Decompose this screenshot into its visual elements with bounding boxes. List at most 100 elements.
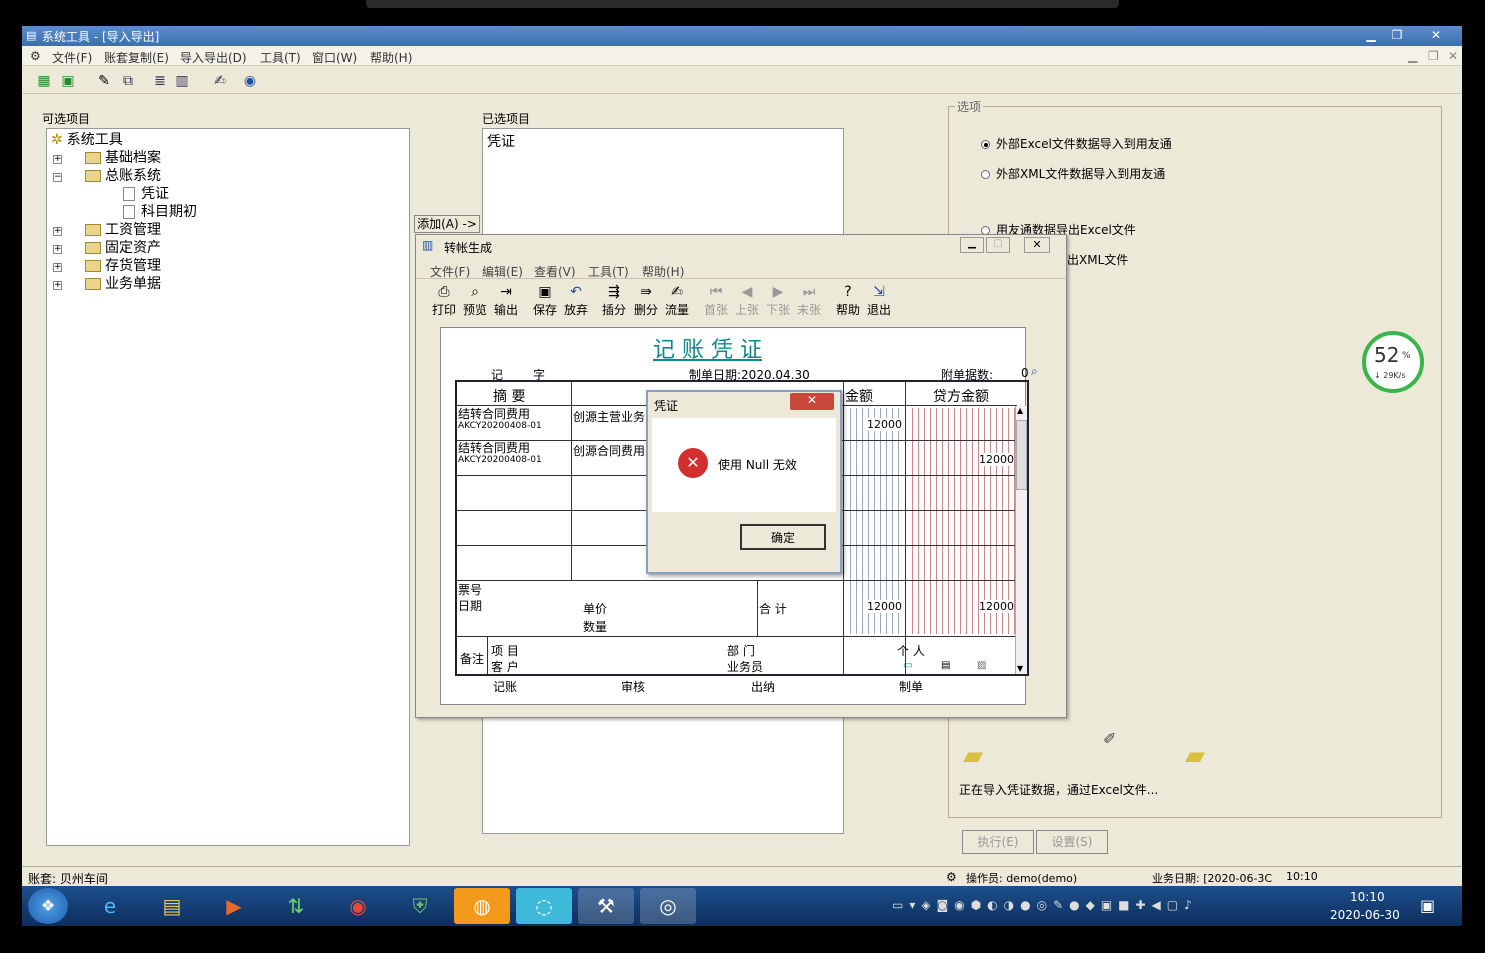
radio-xml-export[interactable]: 出XML文件 <box>1067 251 1128 268</box>
ie-icon[interactable]: e <box>82 888 138 924</box>
radio-xml-import[interactable]: 外部XML文件数据导入到用友通 <box>981 165 1165 182</box>
tree-item-fixed-assets[interactable]: 固定资产 <box>85 237 161 257</box>
ok-button[interactable]: 确定 <box>740 524 826 550</box>
row-debit[interactable]: 12000 <box>867 418 902 431</box>
ticket-date-label: 日期 <box>458 599 483 613</box>
scroll-thumb[interactable] <box>1016 420 1027 490</box>
ufida-app-icon[interactable]: ◎ <box>640 888 696 924</box>
transfer-minimize-icon[interactable]: ▁ <box>960 237 984 253</box>
person-label: 个 人 <box>897 644 925 658</box>
help-button[interactable]: ? 帮助 <box>832 283 864 323</box>
menu-file[interactable]: 文件(F) <box>52 49 92 66</box>
tree-item-opening-balance[interactable]: 科目期初 <box>123 201 197 221</box>
copy-icon[interactable]: ⧉ <box>118 71 138 91</box>
system-tray-icons[interactable]: ▭▾◈◙◉⬢◐◑●◎✎●◆▣■✚◀▢♪ <box>892 898 1198 912</box>
minimize-icon[interactable]: ▁ <box>1358 27 1384 44</box>
expand-icon[interactable]: + <box>53 263 62 272</box>
available-items-tree[interactable]: ✲ 系统工具 + 基础档案 − 总账系统 凭证 科目期初 + 工资管理 + 固定资… <box>46 128 410 846</box>
tools-icon[interactable]: ✎ <box>94 71 114 91</box>
last-button[interactable]: ⏭ 末张 <box>793 283 825 323</box>
tz-menu-view[interactable]: 查看(V) <box>534 263 576 280</box>
output-button[interactable]: ⇥ 输出 <box>490 283 522 323</box>
chrome-icon[interactable]: ◉ <box>330 888 386 924</box>
row-subject[interactable]: 创源主营业务 <box>573 408 653 425</box>
mdi-close-icon[interactable]: ✕ <box>1448 49 1458 63</box>
tree-root[interactable]: ✲ 系统工具 <box>51 129 123 149</box>
exit-button[interactable]: ⇲ 退出 <box>863 283 895 323</box>
menu-window[interactable]: 窗口(W) <box>312 49 357 66</box>
machine-icon[interactable]: ▤ <box>941 660 950 671</box>
selected-item[interactable]: 凭证 <box>487 131 515 151</box>
help-icon[interactable]: ◉ <box>240 71 260 91</box>
expand-icon[interactable]: + <box>53 245 62 254</box>
card-icon[interactable]: ▭ <box>903 660 912 671</box>
save-button[interactable]: ▣ 保存 <box>529 283 561 323</box>
tree-item-payroll[interactable]: 工资管理 <box>85 219 161 239</box>
add-button[interactable]: 添加(A) -> <box>414 215 480 233</box>
row-subject[interactable]: 创源合同费用 <box>573 442 653 459</box>
tree-item-inventory[interactable]: 存货管理 <box>85 255 161 275</box>
export-icon[interactable]: ▣ <box>58 71 78 91</box>
mdi-minimize-icon[interactable]: ▁ <box>1408 49 1417 63</box>
table-row[interactable]: 结转合同费用 AKCY20200408-01 <box>458 442 570 474</box>
vertical-scrollbar[interactable]: ▲ ▼ <box>1015 406 1027 674</box>
discard-button[interactable]: ↶ 放弃 <box>560 283 592 323</box>
row-code: AKCY20200408-01 <box>458 421 542 431</box>
scroll-up-icon[interactable]: ▲ <box>1017 406 1023 415</box>
maximize-icon[interactable]: ❐ <box>1384 27 1410 44</box>
tree-item-voucher[interactable]: 凭证 <box>123 183 169 203</box>
insert-entry-button[interactable]: ⇶ 插分 <box>598 283 630 323</box>
transfer-maximize-icon[interactable]: ▢ <box>986 237 1010 253</box>
table-row[interactable]: 结转合同费用 AKCY20200408-01 <box>458 408 570 440</box>
prev-button[interactable]: ◀ 上张 <box>731 283 763 323</box>
mdi-restore-icon[interactable]: ❐ <box>1428 49 1439 63</box>
tree-item-business-docs[interactable]: 业务单据 <box>85 273 161 293</box>
expand-icon[interactable]: + <box>53 155 62 164</box>
calculator-icon[interactable]: ▥ <box>172 71 192 91</box>
edit-icon[interactable]: ✍ <box>210 71 230 91</box>
database-icon[interactable]: ≣ <box>150 71 170 91</box>
recorder-icon[interactable]: ◍ <box>454 888 510 924</box>
pattern-icon[interactable]: ▨ <box>977 660 986 671</box>
tz-menu-edit[interactable]: 编辑(E) <box>482 263 523 280</box>
tools-app-icon[interactable]: ⚒ <box>578 888 634 924</box>
search-icon[interactable]: ⌕ <box>1031 364 1038 379</box>
tree-item-general-ledger[interactable]: 总账系统 <box>85 165 161 185</box>
preview-button[interactable]: ⌕ 预览 <box>459 283 491 323</box>
transfer-close-icon[interactable]: ✕ <box>1024 237 1050 253</box>
scroll-down-icon[interactable]: ▼ <box>1017 664 1023 673</box>
browser-icon[interactable]: ◌ <box>516 888 572 924</box>
start-button[interactable]: ❖ <box>28 888 68 924</box>
attachment-count[interactable]: 0 <box>1021 366 1029 380</box>
settings-button[interactable]: 设置(S) <box>1036 830 1108 854</box>
clock-time[interactable]: 10:10 <box>1350 890 1385 904</box>
notification-icon[interactable]: ▣ <box>1420 896 1435 915</box>
tz-menu-file[interactable]: 文件(F) <box>430 263 470 280</box>
delete-entry-button[interactable]: ⇛ 删分 <box>630 283 662 323</box>
media-player-icon[interactable]: ▶ <box>206 888 262 924</box>
menu-import-export[interactable]: 导入导出(D) <box>180 49 247 66</box>
clock-date[interactable]: 2020-06-30 <box>1330 908 1400 922</box>
sync-icon[interactable]: ⇅ <box>268 888 324 924</box>
radio-excel-import[interactable]: 外部Excel文件数据导入到用友通 <box>981 135 1172 152</box>
expand-icon[interactable]: + <box>53 281 62 290</box>
tz-menu-tools[interactable]: 工具(T) <box>588 263 629 280</box>
execute-button[interactable]: 执行(E) <box>962 830 1034 854</box>
security-icon[interactable]: ⛨ <box>392 888 448 924</box>
close-icon[interactable]: ✕ <box>1422 27 1450 44</box>
explorer-icon[interactable]: ▤ <box>144 888 200 924</box>
print-button[interactable]: ⎙ 打印 <box>428 283 460 323</box>
tree-item-basic-archive[interactable]: 基础档案 <box>85 147 161 167</box>
row-credit[interactable]: 12000 <box>979 453 1014 466</box>
collapse-icon[interactable]: − <box>53 173 62 182</box>
expand-icon[interactable]: + <box>53 227 62 236</box>
menu-tools[interactable]: 工具(T) <box>260 49 301 66</box>
dialog-close-icon[interactable]: ✕ <box>790 393 834 410</box>
menu-help[interactable]: 帮助(H) <box>370 49 412 66</box>
tz-menu-help[interactable]: 帮助(H) <box>642 263 684 280</box>
flow-button[interactable]: ✍ 流量 <box>661 283 693 323</box>
next-button[interactable]: ▶ 下张 <box>762 283 794 323</box>
excel-icon[interactable]: ▦ <box>34 71 54 91</box>
menu-account-copy[interactable]: 账套复制(E) <box>104 49 169 66</box>
first-button[interactable]: ⏮ 首张 <box>700 283 732 323</box>
